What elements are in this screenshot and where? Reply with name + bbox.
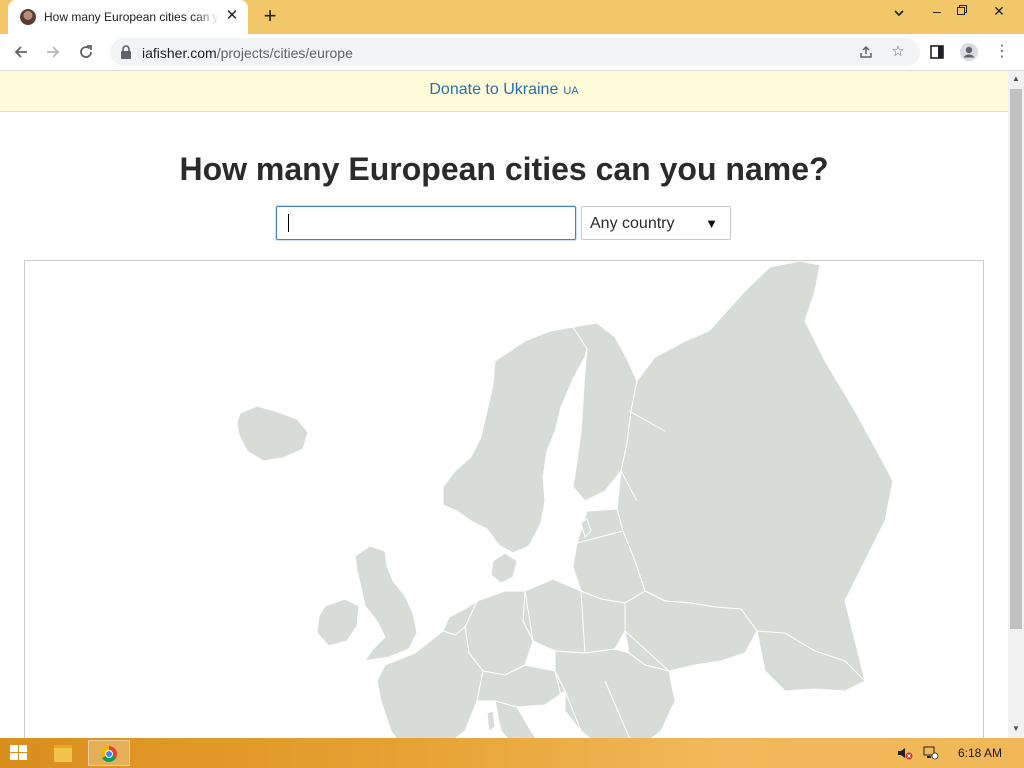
map-region-scandinavia[interactable] — [442, 326, 591, 554]
map-region-denmark[interactable] — [490, 552, 518, 584]
tab-strip: How many European cities can you name? ✕… — [0, 0, 1024, 34]
scroll-up-arrow-icon[interactable]: ▲ — [1012, 75, 1020, 83]
kebab-menu-icon[interactable]: ⋮ — [992, 42, 1012, 62]
url-text[interactable]: iafisher.com/projects/cities/europe — [142, 45, 353, 61]
share-icon[interactable] — [856, 42, 876, 62]
volume-muted-icon[interactable] — [896, 746, 914, 760]
browser-toolbar: iafisher.com/projects/cities/europe ☆ ⋮ — [0, 34, 1024, 71]
tab-title: How many European cities can you name? — [44, 10, 220, 24]
close-tab-icon[interactable]: ✕ — [224, 8, 240, 24]
page-title: How many European cities can you name? — [179, 151, 829, 187]
profile-icon[interactable] — [959, 42, 979, 62]
star-icon[interactable]: ☆ — [888, 42, 908, 62]
ukraine-flag-icon: UA — [563, 85, 579, 97]
text-caret — [288, 214, 289, 232]
donate-banner: Donate to Ukraine UA — [0, 71, 1008, 112]
site-favicon-icon — [20, 9, 36, 25]
country-select-value: Any country — [590, 215, 675, 232]
new-tab-button[interactable]: + — [259, 5, 281, 27]
page-scrollbar[interactable]: ▲ ▼ — [1008, 71, 1024, 738]
file-explorer-icon[interactable] — [54, 745, 72, 762]
taskbar-clock[interactable]: 6:18 AM — [958, 746, 1002, 760]
chrome-taskbar-button[interactable] — [88, 740, 130, 766]
map-region-ireland[interactable] — [316, 598, 360, 647]
restore-window-icon[interactable] — [945, 0, 979, 30]
dropdown-arrow-icon: ▼ — [705, 216, 718, 231]
scroll-down-arrow-icon[interactable]: ▼ — [1012, 725, 1020, 733]
close-window-icon[interactable]: ✕ — [982, 0, 1016, 30]
tab-search-icon[interactable] — [890, 7, 908, 25]
address-bar[interactable]: iafisher.com/projects/cities/europe ☆ — [110, 38, 920, 66]
lock-icon[interactable] — [120, 45, 132, 59]
scrollbar-thumb[interactable] — [1010, 89, 1022, 629]
forward-arrow-icon[interactable] — [42, 41, 64, 63]
donate-link[interactable]: Donate to Ukraine UA — [429, 81, 578, 98]
reload-icon[interactable] — [75, 41, 97, 63]
network-icon[interactable] — [922, 746, 940, 760]
browser-tab[interactable]: How many European cities can you name? ✕ — [8, 0, 248, 34]
back-arrow-icon[interactable] — [10, 41, 32, 63]
map-region-iceland[interactable] — [236, 405, 309, 462]
city-input[interactable] — [276, 206, 576, 240]
country-select[interactable]: Any country ▼ — [581, 206, 731, 240]
page-viewport: Donate to Ukraine UA How many European ci… — [0, 71, 1008, 738]
chrome-icon — [101, 746, 117, 762]
windows-taskbar: 6:18 AM — [0, 738, 1024, 768]
windows-start-icon[interactable] — [10, 745, 28, 761]
europe-map[interactable] — [24, 260, 984, 738]
map-region-corsica[interactable] — [486, 710, 496, 732]
map-region-great-britain[interactable] — [354, 545, 418, 662]
side-panel-icon[interactable] — [927, 42, 947, 62]
